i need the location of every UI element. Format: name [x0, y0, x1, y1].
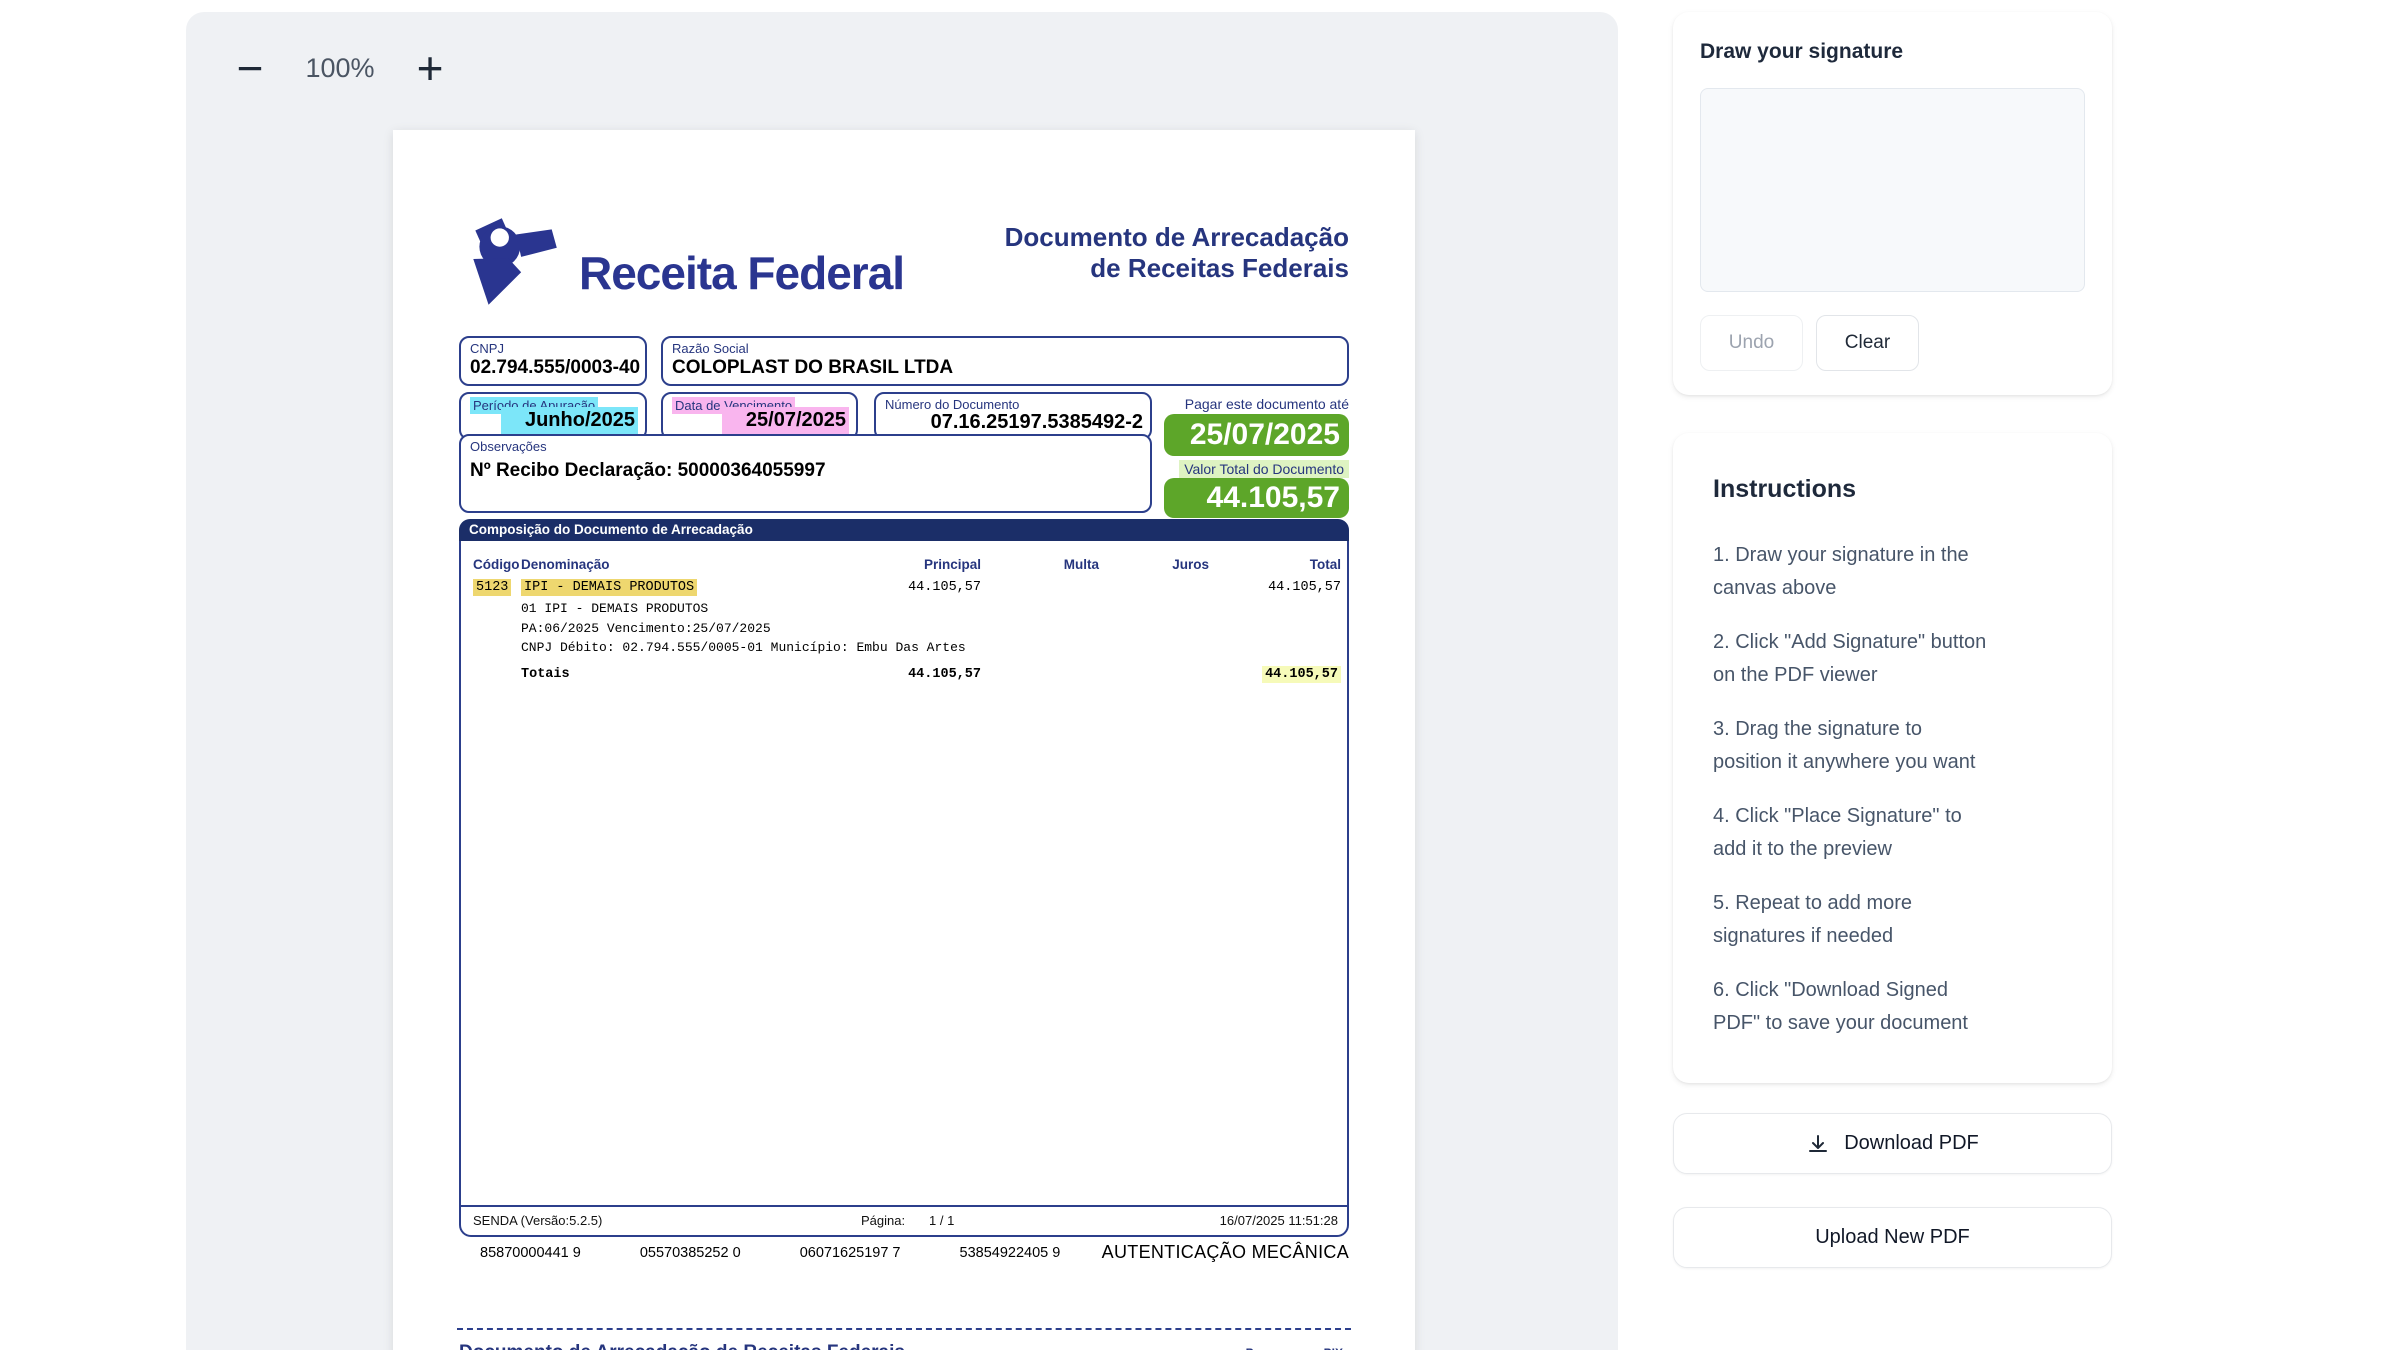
field-numero-documento: Número do Documento 07.16.25197.5385492-… — [874, 392, 1152, 440]
field-vencimento-value: 25/07/2025 — [722, 407, 849, 434]
undo-button[interactable]: Undo — [1700, 315, 1803, 371]
column-juros: Juros — [1172, 557, 1209, 572]
instruction-step-4: 4. Click "Place Signature" to add it to … — [1713, 800, 2072, 866]
column-codigo: Código — [473, 557, 520, 572]
upload-new-pdf-button[interactable]: Upload New PDF — [1673, 1207, 2112, 1268]
valor-total-value: 44.105,57 — [1164, 478, 1349, 518]
field-razao-social-label: Razão Social — [672, 341, 749, 356]
composicao-header-bar: Composição do Documento de Arrecadação — [459, 519, 1349, 541]
valor-total-label: Valor Total do Documento — [1179, 460, 1349, 478]
page-value: 1 / 1 — [929, 1207, 954, 1235]
column-principal: Principal — [924, 557, 981, 572]
next-page-pix-label: Pague com o PIX — [1246, 1346, 1343, 1350]
field-periodo-apuracao: Período de Apuração Junho/2025 — [459, 392, 647, 440]
barcode-numbers: 85870000441 9 05570385252 0 06071625197 … — [480, 1245, 1115, 1261]
field-numero-value: 07.16.25197.5385492-2 — [931, 411, 1143, 434]
page-cut-separator — [457, 1328, 1351, 1330]
totais-total-highlight: 44.105,57 — [1262, 666, 1341, 683]
footer-datetime: 16/07/2025 11:51:28 — [1220, 1207, 1338, 1235]
table-row-details: 01 IPI - DEMAIS PRODUTOS PA:06/2025 Venc… — [521, 599, 966, 658]
field-cnpj: CNPJ 02.794.555/0003-40 — [459, 336, 647, 386]
table-row-denominacao: IPI - DEMAIS PRODUTOS — [521, 580, 697, 595]
pagar-ate-value: 25/07/2025 — [1164, 414, 1349, 456]
signature-card: Draw your signature Undo Clear — [1673, 12, 2112, 395]
autenticacao-mecanica-label: AUTENTICAÇÃO MECÂNICA — [1102, 1242, 1349, 1263]
instructions-card: Instructions 1. Draw your signature in t… — [1673, 433, 2112, 1083]
barcode-segment-3: 06071625197 7 — [800, 1245, 901, 1261]
codigo-highlight: 5123 — [473, 579, 511, 596]
app-version: SENDA (Versão:5.2.5) — [473, 1207, 602, 1235]
composicao-table: Código Denominação Principal Multa Juros… — [459, 541, 1349, 1237]
signature-card-title: Draw your signature — [1700, 40, 1903, 64]
zoom-level: 100% — [292, 53, 388, 84]
page-label: Página: — [861, 1207, 905, 1235]
field-cnpj-label: CNPJ — [470, 341, 504, 356]
field-observacoes-label: Observações — [470, 439, 547, 454]
download-icon — [1806, 1132, 1830, 1156]
instruction-step-2: 2. Click "Add Signature" button on the P… — [1713, 626, 2072, 692]
next-page-title: Documento de Arrecadação de Receitas Fed… — [459, 1342, 905, 1350]
instruction-step-1: 1. Draw your signature in the canvas abo… — [1713, 539, 2072, 605]
totais-total: 44.105,57 — [1262, 667, 1341, 682]
field-razao-social: Razão Social COLOPLAST DO BRASIL LTDA — [661, 336, 1349, 386]
pdf-viewer-panel[interactable]: − 100% + Receita Federal Documento de Ar… — [186, 12, 1618, 1350]
receita-federal-logo-icon — [457, 210, 569, 312]
document-footer-row: SENDA (Versão:5.2.5) Página: 1 / 1 16/07… — [461, 1205, 1347, 1235]
totais-principal: 44.105,57 — [908, 667, 981, 682]
receita-federal-logo-text: Receita Federal — [579, 246, 904, 300]
column-multa: Multa — [1064, 557, 1099, 572]
field-observacoes-value: Nº Recibo Declaração: 50000364055997 — [470, 460, 826, 482]
upload-new-pdf-label: Upload New PDF — [1815, 1226, 1970, 1249]
barcode-segment-1: 85870000441 9 — [480, 1245, 581, 1261]
instruction-step-5: 5. Repeat to add more signatures if need… — [1713, 887, 2072, 953]
pagar-ate-label: Pagar este documento até — [1185, 396, 1349, 412]
instruction-step-3: 3. Drag the signature to position it any… — [1713, 713, 2072, 779]
field-cnpj-value: 02.794.555/0003-40 — [470, 357, 640, 379]
clear-button[interactable]: Clear — [1816, 315, 1919, 371]
zoom-toolbar: − 100% + — [222, 40, 458, 96]
instructions-title: Instructions — [1713, 475, 1856, 504]
column-total: Total — [1310, 557, 1341, 572]
document-title-line2: de Receitas Federais — [1005, 253, 1349, 284]
totais-label: Totais — [521, 667, 570, 682]
document-title-line1: Documento de Arrecadação — [1005, 222, 1349, 253]
signature-canvas[interactable] — [1700, 88, 2085, 292]
download-pdf-label: Download PDF — [1844, 1132, 1979, 1155]
field-observacoes: Observações Nº Recibo Declaração: 500003… — [459, 434, 1152, 513]
instruction-step-6: 6. Click "Download Signed PDF" to save y… — [1713, 974, 2072, 1040]
zoom-in-button[interactable]: + — [402, 40, 458, 96]
table-row-total: 44.105,57 — [1268, 580, 1341, 595]
table-row-codigo: 5123 — [473, 580, 511, 595]
barcode-segment-4: 53854922405 9 — [960, 1245, 1061, 1261]
field-numero-label: Número do Documento — [885, 397, 1019, 412]
field-periodo-value: Junho/2025 — [501, 407, 638, 434]
field-data-vencimento: Data de Vencimento 25/07/2025 — [661, 392, 858, 440]
table-row-principal: 44.105,57 — [908, 580, 981, 595]
denominacao-highlight: IPI - DEMAIS PRODUTOS — [521, 579, 697, 596]
instructions-list: 1. Draw your signature in the canvas abo… — [1713, 539, 2072, 1061]
zoom-out-button[interactable]: − — [222, 40, 278, 96]
column-denominacao: Denominação — [521, 557, 610, 572]
document-title: Documento de Arrecadação de Receitas Fed… — [1005, 222, 1349, 284]
field-razao-social-value: COLOPLAST DO BRASIL LTDA — [672, 357, 953, 379]
barcode-segment-2: 05570385252 0 — [640, 1245, 741, 1261]
pdf-signer-app: − 100% + Receita Federal Documento de Ar… — [0, 0, 2400, 1350]
pdf-page: Receita Federal Documento de Arrecadação… — [393, 130, 1415, 1350]
download-pdf-button[interactable]: Download PDF — [1673, 1113, 2112, 1174]
